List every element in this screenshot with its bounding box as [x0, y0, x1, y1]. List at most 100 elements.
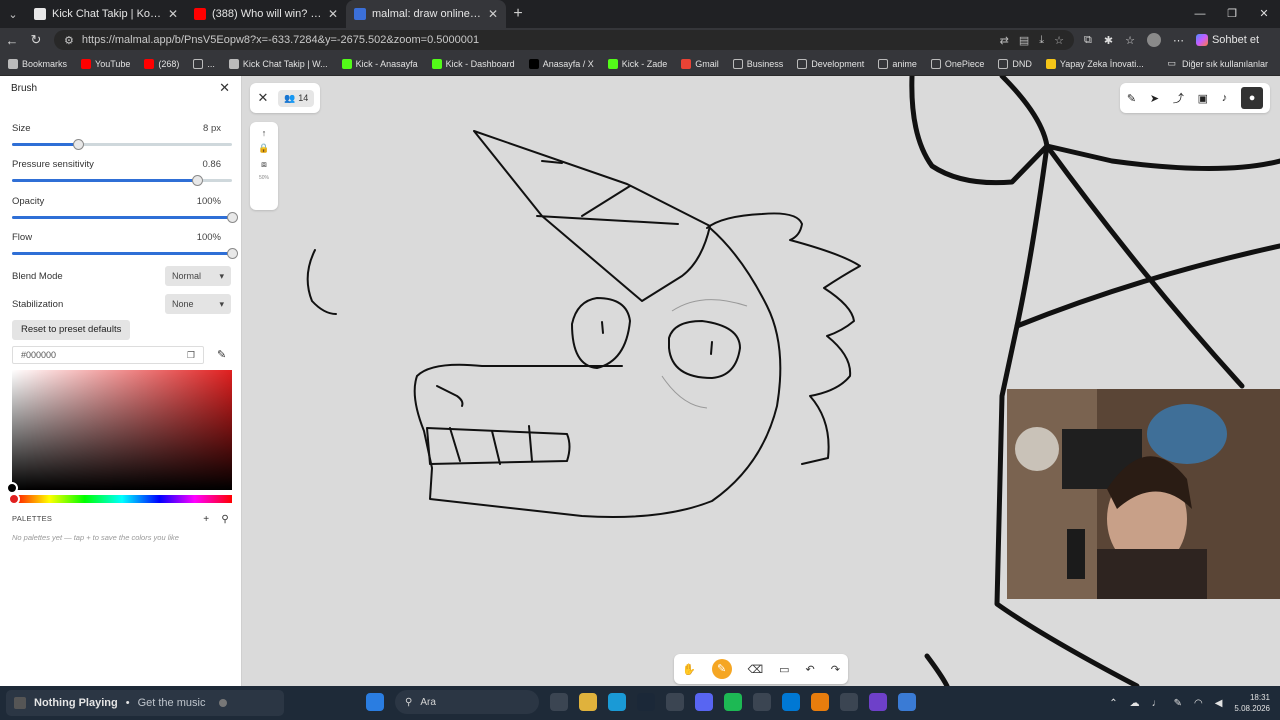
undo-icon[interactable]: ↶ — [806, 663, 815, 676]
hue-handle[interactable] — [8, 493, 20, 505]
download-icon[interactable]: ⤓ — [1039, 34, 1044, 47]
tab-kick-chat[interactable]: Kick Chat Takip | KokoWich ✕ — [26, 0, 186, 28]
add-palette-icon[interactable]: + — [203, 514, 209, 525]
bookmark-item[interactable]: (268) — [144, 58, 179, 69]
vscode-icon[interactable] — [782, 693, 800, 711]
close-tab-icon[interactable]: ✕ — [328, 7, 338, 21]
close-tab-icon[interactable]: ✕ — [488, 7, 498, 21]
bookmark-item[interactable]: DND — [998, 58, 1032, 69]
bookmark-item[interactable]: Kick - Zade — [607, 58, 667, 69]
bookmark-item[interactable]: Anasayfa / X — [528, 58, 594, 69]
account-icon[interactable]: ● — [1241, 87, 1264, 109]
stabilization-select[interactable]: None ▾ — [165, 294, 231, 314]
app-icon[interactable] — [898, 693, 916, 711]
blender-icon[interactable] — [811, 693, 829, 711]
minimize-icon[interactable]: — — [1184, 0, 1216, 28]
taskbar-search[interactable]: ⚲ Ara — [395, 690, 539, 714]
pointer-icon[interactable]: ➤ — [1150, 92, 1159, 105]
chat-button[interactable]: Sohbet et — [1195, 34, 1259, 46]
bell-icon[interactable]: ♪ — [1222, 92, 1228, 104]
reader-icon[interactable]: ▤ — [1019, 34, 1029, 47]
bookmark-item[interactable]: YouTube — [81, 58, 130, 69]
translate-icon[interactable]: ⇄ — [1000, 34, 1009, 47]
slider-knob[interactable] — [73, 139, 84, 150]
obs-icon[interactable] — [840, 693, 858, 711]
arrow-up-icon[interactable]: ↑ — [262, 128, 267, 138]
bookmark-item[interactable]: Business — [732, 58, 783, 69]
eraser-icon[interactable]: ⌫ — [748, 663, 764, 676]
slider-knob[interactable] — [227, 248, 238, 259]
file-explorer-icon[interactable] — [579, 693, 597, 711]
bookmark-item[interactable]: ... — [193, 58, 215, 69]
wifi-icon[interactable]: ◠ — [1194, 698, 1203, 709]
site-info-icon[interactable]: ⚙ — [64, 34, 74, 47]
bookmark-item[interactable]: Kick - Dashboard — [431, 58, 515, 69]
brush-icon[interactable]: ✎ — [1127, 92, 1136, 105]
edge-icon[interactable] — [608, 693, 626, 711]
close-icon[interactable]: ✕ — [219, 80, 230, 96]
other-bookmarks[interactable]: ▭ Diğer sık kullanılanlar — [1167, 58, 1280, 69]
flow-slider[interactable] — [12, 248, 238, 259]
tab-search-icon[interactable]: ⌄ — [0, 0, 26, 28]
task-view-icon[interactable] — [550, 693, 568, 711]
hand-icon[interactable]: ✋ — [682, 663, 696, 676]
chat-icon[interactable]: ▣ — [1198, 92, 1208, 105]
close-tab-icon[interactable]: ✕ — [168, 7, 178, 21]
chevron-up-icon[interactable]: ⌃ — [1109, 698, 1117, 709]
star-icon[interactable]: ☆ — [1054, 34, 1064, 47]
search-icon[interactable]: ⚲ — [221, 514, 229, 525]
new-tab-button[interactable]: + — [506, 5, 530, 23]
share-icon[interactable]: ⤴ — [1173, 90, 1184, 106]
steam-icon[interactable] — [637, 693, 655, 711]
github-icon[interactable] — [869, 693, 887, 711]
bookmark-item[interactable]: Bookmarks — [8, 58, 67, 69]
close-window-icon[interactable]: ✕ — [1248, 0, 1280, 28]
chrome-icon[interactable] — [666, 693, 684, 711]
opacity-slider[interactable] — [12, 212, 238, 223]
brush-tool-icon[interactable]: ✎ — [711, 659, 732, 679]
copy-icon[interactable]: ❐ — [187, 347, 195, 363]
bookmark-item[interactable]: anime — [878, 58, 917, 69]
bookmark-item[interactable]: Development — [797, 58, 864, 69]
volume-icon[interactable]: ◀ — [1215, 698, 1223, 709]
slider-knob[interactable] — [191, 175, 203, 186]
close-icon[interactable]: ✕ — [254, 90, 272, 106]
profile-avatar[interactable] — [1146, 33, 1161, 47]
pen-icon[interactable]: ✎ — [1174, 698, 1182, 709]
spotify-icon[interactable] — [724, 693, 742, 711]
mic-icon[interactable]: ♩ — [1152, 698, 1162, 709]
users-badge[interactable]: 👥 14 — [278, 89, 315, 107]
reload-icon[interactable]: ↻ — [24, 32, 48, 48]
hue-slider[interactable] — [8, 493, 232, 505]
bookmark-item[interactable]: Yapay Zeka İnovati... — [1045, 58, 1144, 69]
blend-mode-select[interactable]: Normal ▾ — [165, 266, 231, 286]
address-bar[interactable]: ⚙ https://malmal.app/b/PnsV5Eopw8?x=-633… — [54, 30, 1074, 50]
hex-input[interactable]: #000000 ❐ — [12, 346, 204, 364]
bookmark-item[interactable]: OnePiece — [930, 58, 984, 69]
now-playing-widget[interactable]: Nothing Playing • Get the music — [6, 690, 284, 716]
redo-icon[interactable]: ↷ — [831, 663, 840, 676]
restore-icon[interactable]: ❐ — [1216, 0, 1248, 28]
clock[interactable]: 18:31 5.08.2026 — [1234, 692, 1270, 714]
discord-icon[interactable] — [695, 693, 713, 711]
tab-malmal[interactable]: malmal: draw online with friends ✕ — [346, 0, 506, 28]
lock-icon[interactable]: 🔒 — [258, 143, 269, 154]
color-picker-square[interactable] — [6, 370, 232, 494]
bookmark-item[interactable]: Kick Chat Takip | W... — [228, 58, 328, 69]
slider-knob[interactable] — [227, 212, 238, 223]
pressure-slider[interactable] — [12, 175, 232, 186]
rectangle-icon[interactable]: ▭ — [779, 663, 789, 676]
windows-start-icon[interactable] — [366, 693, 384, 711]
tab-youtube[interactable]: (388) Who will win? #sports #ufc # ✕ — [186, 0, 346, 28]
drawing-canvas[interactable]: ✕ 👥 14 ↑ 🔒 ⧈ 50% ✎ ➤ ⤴ ▣ ♪ ● ✋ ✎ ⌫ ▭ ↶ ↷ — [242, 76, 1280, 686]
network-icon[interactable]: ☁ — [1130, 698, 1140, 709]
size-slider[interactable] — [12, 139, 232, 150]
layers-icon[interactable]: ⧈ — [261, 159, 267, 170]
bookmark-item[interactable]: Kick - Anasayfa — [341, 58, 418, 69]
bookmarks-icon[interactable]: ☆ — [1125, 34, 1135, 47]
back-icon[interactable]: ← — [0, 33, 24, 48]
bookmark-item[interactable]: Gmail — [681, 58, 719, 69]
puzzle-icon[interactable]: ✱ — [1104, 34, 1113, 47]
reset-defaults-button[interactable]: Reset to preset defaults — [12, 320, 131, 340]
eyedropper-icon[interactable]: ✎ — [217, 348, 226, 361]
